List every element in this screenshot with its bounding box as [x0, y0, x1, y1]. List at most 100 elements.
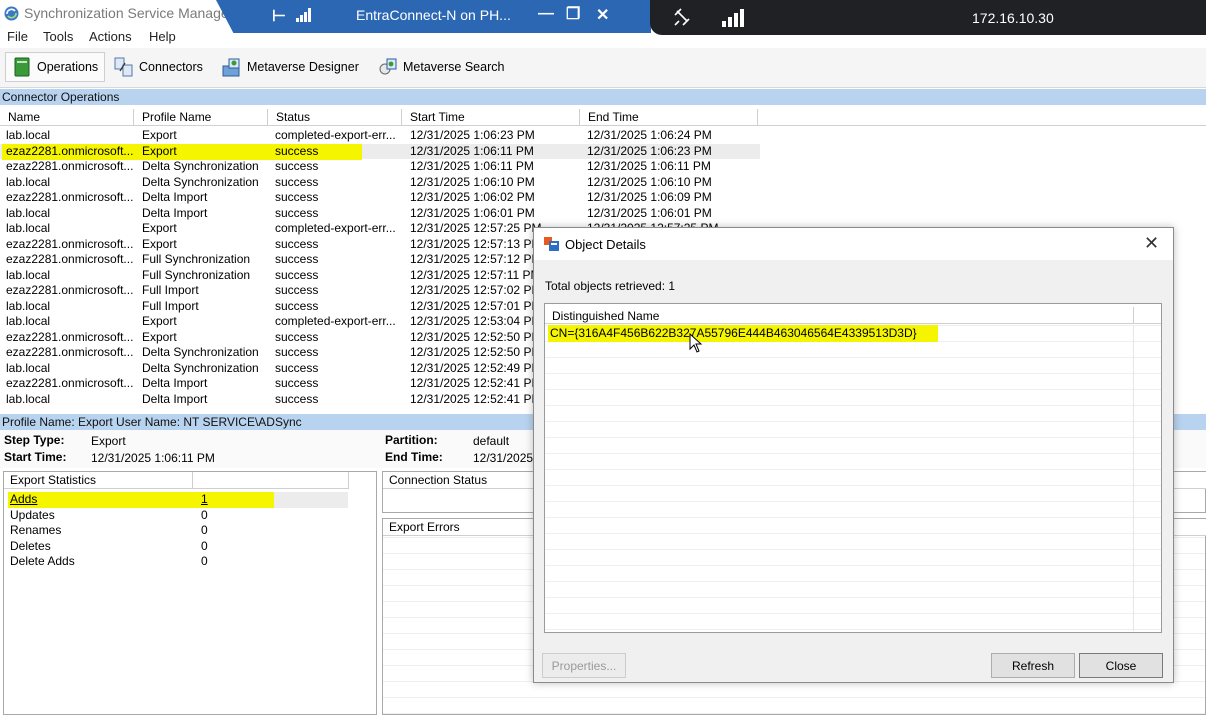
step-type-value: Export: [91, 434, 126, 448]
cell-name: lab.local: [6, 267, 51, 282]
cell-name: lab.local: [6, 128, 51, 142]
metaverse-designer-icon: [222, 58, 240, 77]
cell-name: lab.local: [6, 174, 51, 189]
list-item[interactable]: Renames 0: [8, 523, 348, 539]
column-divider: [1133, 307, 1134, 324]
connectors-button[interactable]: Connectors: [108, 52, 209, 82]
cell-end-time: 12/31/2025 1:06:23 PM: [587, 143, 712, 158]
operations-button[interactable]: Operations: [5, 52, 106, 82]
cell-name: ezaz2281.onmicrosoft...: [6, 283, 134, 297]
cell-profile-name: Delta Synchronization: [142, 159, 259, 173]
metaverse-designer-label: Metaverse Designer: [247, 60, 359, 74]
menu-file[interactable]: File: [7, 29, 28, 44]
list-item[interactable]: Adds 1: [8, 492, 348, 508]
properties-button[interactable]: Properties...: [542, 653, 626, 678]
cell-name: ezaz2281.onmicrosoft...: [6, 143, 134, 158]
cell-start-time: 12/31/2025 1:06:11 PM: [410, 159, 534, 173]
cell-profile-name: Delta Import: [142, 190, 208, 204]
cell-status: completed-export-err...: [275, 314, 396, 328]
connectors-label: Connectors: [139, 60, 203, 74]
cell-profile-name: Delta Import: [142, 391, 208, 406]
cell-status: success: [275, 236, 319, 251]
menu-help[interactable]: Help: [149, 29, 176, 44]
stat-label: Deletes: [10, 538, 51, 553]
cell-status: success: [275, 329, 319, 344]
cell-name: ezaz2281.onmicrosoft...: [6, 236, 134, 251]
cell-name: ezaz2281.onmicrosoft...: [6, 190, 134, 204]
operations-grid-header: Name Profile Name Status Start Time End …: [0, 109, 1206, 126]
table-row[interactable]: lab.local Export completed-export-err... 12…: [0, 128, 760, 144]
cell-end-time: 12/31/2025 1:06:10 PM: [587, 174, 712, 189]
stat-value: 0: [201, 538, 208, 553]
refresh-button[interactable]: Refresh: [991, 653, 1075, 678]
signal-icon: [296, 8, 311, 22]
dn-list-item[interactable]: CN={316A4F456B622B327A55796E444B46304656…: [548, 325, 938, 342]
dialog-close-icon[interactable]: ✕: [1144, 233, 1159, 254]
distinguished-name-column[interactable]: Distinguished Name: [552, 309, 659, 323]
distinguished-name-list[interactable]: Distinguished Name CN={316A4F456B622B327…: [544, 303, 1162, 633]
minimize-icon[interactable]: —: [538, 5, 554, 23]
cell-name: ezaz2281.onmicrosoft...: [6, 376, 134, 390]
cell-status: success: [275, 205, 319, 220]
operations-label: Operations: [37, 60, 99, 74]
cell-status: success: [275, 252, 319, 266]
column-end-time[interactable]: End Time: [580, 109, 758, 126]
cell-name: ezaz2281.onmicrosoft...: [6, 329, 134, 344]
cell-start-time: 12/31/2025 1:06:02 PM: [410, 190, 535, 204]
menu-tools[interactable]: Tools: [43, 29, 73, 44]
toolbar: Operations Connectors Metaverse Designer…: [0, 48, 1206, 88]
list-item[interactable]: Delete Adds 0: [8, 554, 348, 570]
cell-name: lab.local: [6, 314, 51, 328]
close-button[interactable]: Close: [1079, 653, 1163, 678]
pin-icon[interactable]: ⊢: [272, 6, 286, 26]
cell-status: success: [275, 174, 319, 189]
stat-value: 1: [201, 492, 208, 506]
cell-profile-name: Export: [142, 329, 177, 344]
operations-icon: [14, 57, 30, 77]
export-statistics-panel[interactable]: Export Statistics Adds 1 Updates 0 Renames 0 D…: [3, 471, 377, 715]
step-type-label: Step Type:: [4, 433, 65, 447]
start-time-label: Start Time:: [4, 450, 67, 464]
column-start-time[interactable]: Start Time: [402, 109, 580, 126]
cell-profile-name: Export: [142, 314, 177, 328]
unpin-icon[interactable]: [672, 8, 692, 28]
cell-name: ezaz2281.onmicrosoft...: [6, 252, 134, 266]
metaverse-search-icon: [379, 58, 397, 75]
cell-start-time: 12/31/2025 1:06:01 PM: [410, 205, 535, 220]
cell-status: success: [275, 360, 319, 375]
start-time-value: 12/31/2025 1:06:11 PM: [91, 451, 215, 465]
menu-bar: File Tools Actions Help: [0, 27, 1206, 47]
cell-status: success: [275, 143, 319, 158]
cell-profile-name: Full Synchronization: [142, 252, 251, 266]
close-icon[interactable]: ✕: [596, 5, 609, 25]
cell-profile-name: Delta Synchronization: [142, 345, 259, 359]
table-row[interactable]: lab.local Delta Synchronization success 12/…: [0, 175, 760, 191]
cell-start-time: 12/31/2025 1:06:10 PM: [410, 174, 535, 189]
list-item[interactable]: Deletes 0: [8, 539, 348, 555]
cell-profile-name: Full Import: [142, 283, 199, 297]
stat-label: Renames: [10, 523, 62, 537]
column-name[interactable]: Name: [0, 109, 134, 126]
object-details-icon: [544, 237, 559, 251]
column-status[interactable]: Status: [268, 109, 402, 126]
connectors-icon: [114, 57, 133, 77]
cell-status: success: [275, 376, 319, 390]
cell-status: success: [275, 391, 319, 406]
table-row[interactable]: ezaz2281.onmicrosoft... Export success 12/3…: [0, 143, 760, 160]
column-profile-name[interactable]: Profile Name: [134, 109, 268, 126]
connector-operations-header: Connector Operations: [0, 89, 1206, 105]
menu-actions[interactable]: Actions: [89, 29, 132, 44]
metaverse-search-button[interactable]: Metaverse Search: [372, 52, 510, 82]
table-row[interactable]: ezaz2281.onmicrosoft... Delta Import succe…: [0, 190, 760, 206]
mouse-cursor-icon: [689, 333, 703, 353]
list-item[interactable]: Updates 0: [8, 508, 348, 524]
stat-value: 0: [201, 554, 208, 568]
cell-end-time: 12/31/2025 1:06:24 PM: [587, 128, 712, 142]
metaverse-designer-button[interactable]: Metaverse Designer: [216, 52, 365, 82]
export-statistics-header: Export Statistics: [4, 472, 349, 489]
table-row[interactable]: ezaz2281.onmicrosoft... Delta Synchroniza…: [0, 159, 760, 175]
cell-profile-name: Delta Synchronization: [142, 174, 259, 189]
cell-start-time: 12/31/2025 1:06:11 PM: [410, 143, 534, 158]
table-row[interactable]: lab.local Delta Import success 12/31/2025 1…: [0, 206, 760, 222]
restore-icon[interactable]: ❐: [566, 4, 580, 24]
